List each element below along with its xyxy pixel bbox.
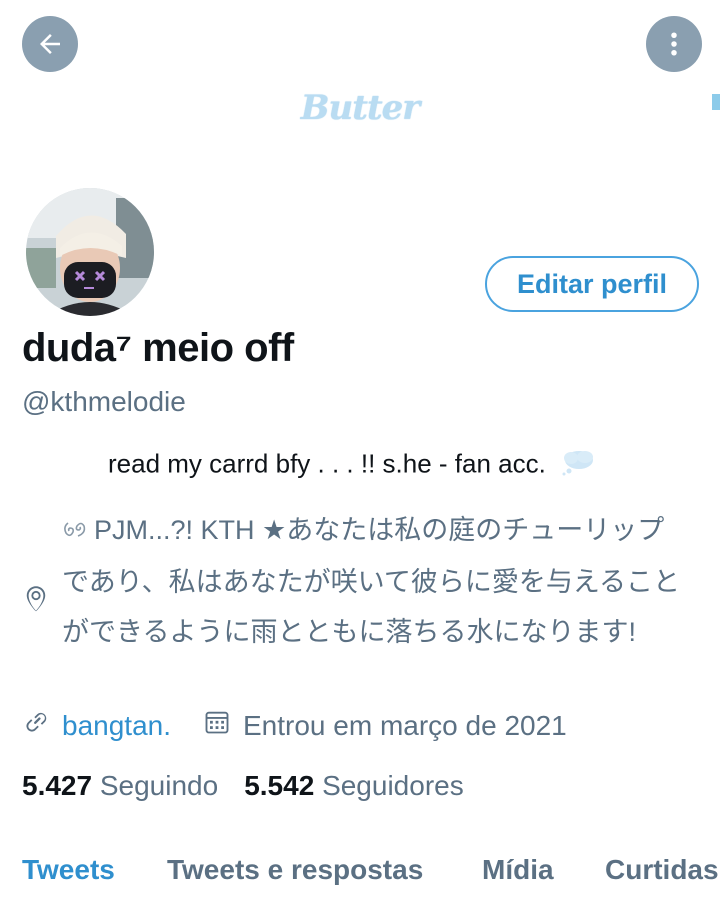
location-text: PJM...?! KTH ★あなたは私の庭のチューリップであり、私はあなたが咲い…	[62, 515, 681, 647]
profile-location: PJM...?! KTH ★あなたは私の庭のチューリップであり、私はあなたが咲い…	[62, 505, 682, 657]
avatar[interactable]	[23, 185, 157, 319]
arrow-left-icon	[40, 34, 60, 54]
swirl-icon	[62, 507, 88, 557]
bio-text: read my carrd bfy . . . !! s.he - fan ac…	[108, 448, 546, 479]
tab-tweets[interactable]: Tweets	[22, 854, 115, 886]
followers-link[interactable]: 5.542 Seguidores	[244, 770, 464, 801]
location-pin-icon	[22, 584, 50, 619]
edit-profile-button[interactable]: Editar perfil	[485, 256, 699, 312]
following-link[interactable]: 5.427 Seguindo	[22, 770, 218, 801]
tab-likes[interactable]: Curtidas	[605, 854, 719, 886]
profile-bio: read my carrd bfy . . . !! s.he - fan ac…	[108, 448, 595, 483]
more-options-button[interactable]	[646, 16, 702, 72]
profile-meta: bangtan. Entrou em março de 2021	[22, 708, 567, 743]
user-handle: @kthmelodie	[22, 386, 186, 417]
tab-tweets-and-replies[interactable]: Tweets e respostas	[167, 854, 423, 886]
following-label: Seguindo	[99, 770, 219, 801]
avatar-image	[26, 188, 154, 316]
back-button[interactable]	[22, 16, 78, 72]
joined-date: Entrou em março de 2021	[243, 709, 567, 741]
profile-tabs: Tweets Tweets e respostas Mídia Curtidas	[0, 848, 720, 898]
following-count: 5.427	[22, 770, 93, 801]
thought-balloon-icon	[561, 448, 595, 483]
more-vertical-icon	[671, 32, 677, 56]
website-link[interactable]: bangtan.	[62, 710, 171, 742]
follow-stats: 5.427 Seguindo 5.542 Seguidores	[22, 770, 464, 802]
followers-count: 5.542	[244, 770, 315, 801]
display-name: duda⁷ meio off	[22, 326, 294, 370]
banner-accent	[712, 94, 720, 110]
banner-title: Butter	[300, 88, 420, 128]
tab-media[interactable]: Mídia	[482, 854, 554, 886]
calendar-icon	[203, 708, 231, 743]
link-icon	[22, 708, 50, 743]
followers-label: Seguidores	[322, 770, 464, 801]
